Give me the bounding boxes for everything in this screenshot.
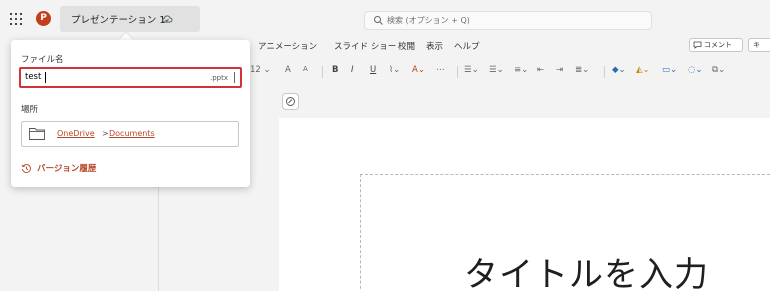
highlight-icon[interactable]: ⌇⌄ — [389, 65, 400, 75]
filename-label: ファイル名 — [21, 55, 64, 65]
line-spacing-icon[interactable]: ≣⌄ — [575, 65, 589, 75]
tab-review[interactable]: 校閲 — [398, 40, 415, 52]
outline-color-icon[interactable]: ▭⌄ — [662, 65, 677, 75]
toolbar-divider — [457, 66, 458, 78]
toolbar-divider — [322, 66, 323, 78]
field-end-marker — [234, 72, 235, 83]
share-button[interactable]: キ — [748, 38, 770, 52]
tab-slideshow[interactable]: スライド ショー — [334, 40, 396, 52]
more-options-button[interactable]: ⋯ — [436, 65, 445, 75]
history-icon — [21, 164, 31, 173]
powerpoint-logo-icon: P — [36, 11, 51, 26]
underline-button[interactable]: U — [370, 65, 376, 75]
numbering-icon[interactable]: ☰⌄ — [489, 65, 504, 75]
bold-button[interactable]: B — [332, 65, 338, 75]
font-size-select[interactable]: 12 ⌄ — [250, 65, 271, 75]
app-launcher-icon[interactable] — [10, 13, 22, 25]
comment-label: コメント — [704, 41, 732, 49]
search-placeholder: 検索 (オプション + Q) — [387, 16, 470, 25]
fill-color-icon[interactable]: ◭⌄ — [636, 65, 650, 75]
share-label: キ — [753, 41, 760, 49]
designer-icon[interactable] — [282, 93, 299, 110]
folder-icon — [29, 128, 45, 140]
filename-input[interactable]: test .pptx — [19, 67, 242, 88]
tab-view[interactable]: 表示 — [426, 40, 443, 52]
text-caret — [45, 72, 46, 83]
tab-help[interactable]: ヘルプ — [454, 40, 480, 52]
document-title: プレゼンテーション 1 — [71, 15, 166, 26]
tab-animations[interactable]: アニメーション — [258, 40, 317, 52]
breadcrumb-separator: > — [102, 129, 109, 138]
shrink-font-button[interactable]: A — [303, 65, 308, 73]
location-link-documents[interactable]: Documents — [109, 129, 155, 138]
align-icon[interactable]: ≡⌄ — [514, 65, 528, 75]
grow-font-button[interactable]: A — [285, 65, 291, 75]
decrease-indent-icon[interactable]: ⇤ — [537, 65, 544, 75]
slide-title-placeholder[interactable]: タイトルを入力 — [464, 247, 709, 291]
filename-value: test — [25, 72, 42, 82]
effects-icon[interactable]: ◌⌄ — [688, 65, 703, 75]
comment-button[interactable]: コメント — [689, 38, 743, 52]
toolbar-divider — [604, 66, 605, 78]
document-title-button[interactable]: プレゼンテーション 1 — [60, 6, 200, 32]
location-link-onedrive[interactable]: OneDrive — [57, 129, 95, 138]
location-field[interactable]: OneDrive > Documents — [21, 121, 239, 147]
comment-icon — [693, 41, 702, 49]
shapes-icon[interactable]: ◆⌄ — [612, 65, 626, 75]
location-label: 場所 — [21, 105, 39, 115]
bullets-icon[interactable]: ☰⌄ — [464, 65, 479, 75]
saved-cloud-icon — [162, 15, 173, 23]
file-extension: .pptx — [210, 74, 228, 82]
version-history-label: バージョン履歴 — [37, 164, 97, 174]
search-box[interactable]: 検索 (オプション + Q) — [364, 11, 652, 30]
increase-indent-icon[interactable]: ⇥ — [556, 65, 563, 75]
search-icon — [374, 16, 383, 25]
italic-button[interactable]: I — [351, 65, 354, 75]
file-properties-popup: ファイル名 test .pptx 場所 OneDrive > Documents… — [11, 40, 250, 187]
title-bar: P プレゼンテーション 1 検索 (オプション + Q) — [0, 0, 770, 36]
font-color-icon[interactable]: A⌄ — [412, 65, 425, 75]
arrange-icon[interactable]: ⧉⌄ — [712, 65, 725, 75]
